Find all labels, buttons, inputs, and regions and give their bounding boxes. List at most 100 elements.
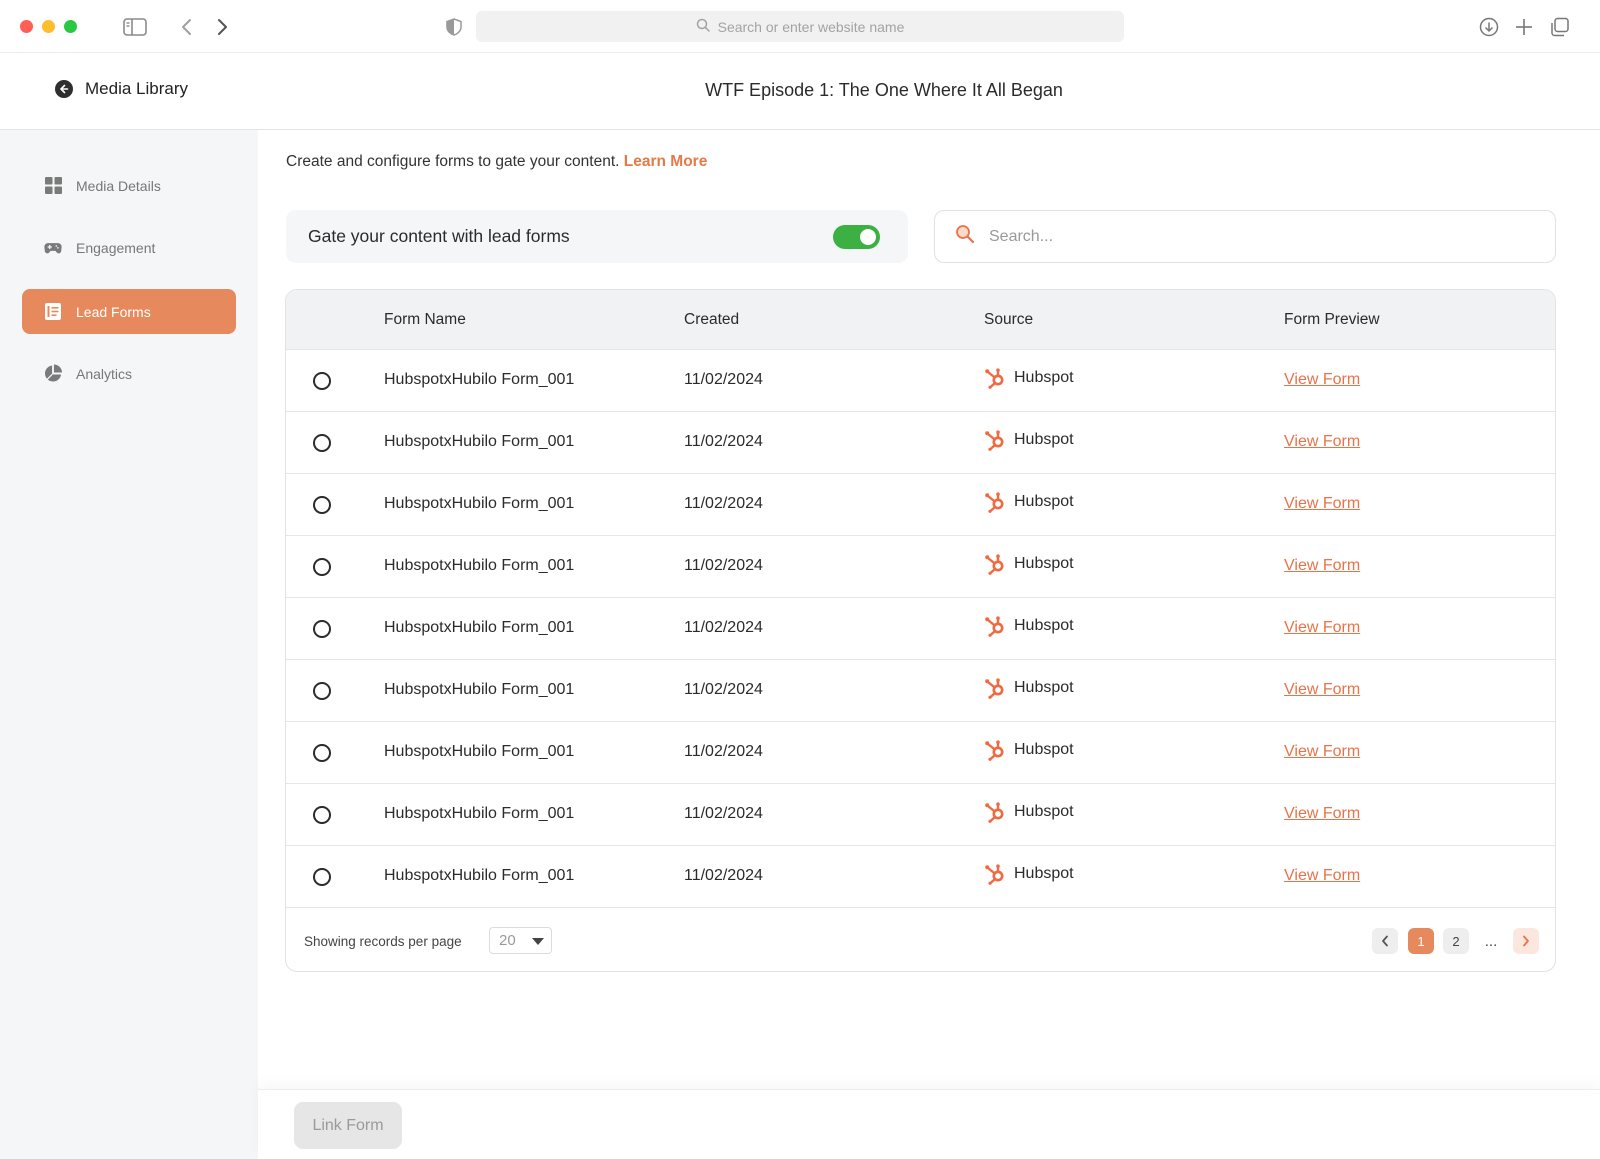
form-name-cell: HubspotxHubilo Form_001 bbox=[384, 371, 575, 388]
sidebar-item-engagement[interactable]: Engagement bbox=[22, 225, 236, 270]
source-label: Hubspot bbox=[1014, 865, 1074, 882]
bottom-action-bar: Link Form bbox=[258, 1089, 1600, 1159]
view-form-link[interactable]: View Form bbox=[1284, 557, 1360, 575]
view-form-link[interactable]: View Form bbox=[1284, 619, 1360, 637]
view-form-link[interactable]: View Form bbox=[1284, 743, 1360, 761]
view-form-link[interactable]: View Form bbox=[1284, 433, 1360, 451]
browser-toolbar: Search or enter website name bbox=[0, 0, 1600, 53]
next-page-button[interactable] bbox=[1513, 928, 1539, 954]
new-tab-plus-icon[interactable] bbox=[1511, 14, 1537, 40]
hubspot-icon bbox=[984, 739, 1006, 761]
link-form-button[interactable]: Link Form bbox=[294, 1102, 402, 1149]
row-select-radio[interactable] bbox=[313, 620, 331, 638]
form-name-cell: HubspotxHubilo Form_001 bbox=[384, 743, 575, 760]
gate-content-label: Gate your content with lead forms bbox=[308, 226, 570, 246]
table-row[interactable]: HubspotxHubilo Form_001 11/02/2024 Hubspot… bbox=[286, 474, 1555, 536]
column-header-form-name[interactable]: Form Name bbox=[384, 311, 466, 329]
minimize-window-button[interactable] bbox=[42, 20, 55, 33]
source-cell: Hubspot bbox=[984, 863, 1074, 885]
hubspot-icon bbox=[984, 367, 1006, 389]
back-arrow-icon[interactable] bbox=[174, 14, 200, 40]
page-button-1[interactable]: 1 bbox=[1408, 928, 1434, 954]
view-form-link[interactable]: View Form bbox=[1284, 495, 1360, 513]
created-date-cell: 11/02/2024 bbox=[684, 495, 763, 512]
sidebar-toggle-icon[interactable] bbox=[122, 14, 148, 40]
source-label: Hubspot bbox=[1014, 555, 1074, 572]
address-bar-placeholder: Search or enter website name bbox=[717, 18, 905, 35]
per-page-select[interactable]: 20 bbox=[489, 927, 552, 954]
hubspot-icon bbox=[984, 429, 1006, 451]
maximize-window-button[interactable] bbox=[64, 20, 77, 33]
view-form-link[interactable]: View Form bbox=[1284, 867, 1360, 885]
sidebar-item-lead-forms[interactable]: Lead Forms bbox=[22, 289, 236, 334]
chevron-right-icon bbox=[1523, 935, 1529, 947]
view-form-link[interactable]: View Form bbox=[1284, 681, 1360, 699]
table-row[interactable]: HubspotxHubilo Form_001 11/02/2024 Hubspot… bbox=[286, 598, 1555, 660]
sidebar-item-media-details[interactable]: Media Details bbox=[22, 163, 236, 208]
caret-down-icon bbox=[532, 938, 544, 945]
table-row[interactable]: HubspotxHubilo Form_001 11/02/2024 Hubspot… bbox=[286, 350, 1555, 412]
previous-page-button[interactable] bbox=[1372, 928, 1398, 954]
sidebar-item-analytics[interactable]: Analytics bbox=[22, 351, 236, 396]
row-select-radio[interactable] bbox=[313, 372, 331, 390]
sidebar-item-label: Engagement bbox=[76, 239, 156, 256]
row-select-radio[interactable] bbox=[313, 558, 331, 576]
sidebar-item-label: Analytics bbox=[76, 365, 133, 382]
table-row[interactable]: HubspotxHubilo Form_001 11/02/2024 Hubspot… bbox=[286, 784, 1555, 846]
source-cell: Hubspot bbox=[984, 367, 1074, 389]
hubspot-icon bbox=[984, 863, 1006, 885]
table-row[interactable]: HubspotxHubilo Form_001 11/02/2024 Hubspot… bbox=[286, 660, 1555, 722]
created-date-cell: 11/02/2024 bbox=[684, 867, 763, 884]
form-name-cell: HubspotxHubilo Form_001 bbox=[384, 681, 575, 698]
grid-icon bbox=[44, 177, 62, 195]
row-select-radio[interactable] bbox=[313, 434, 331, 452]
form-name-cell: HubspotxHubilo Form_001 bbox=[384, 433, 575, 450]
view-form-link[interactable]: View Form bbox=[1284, 805, 1360, 823]
table-row[interactable]: HubspotxHubilo Form_001 11/02/2024 Hubspot… bbox=[286, 722, 1555, 784]
hubspot-icon bbox=[984, 615, 1006, 637]
hubspot-icon bbox=[984, 677, 1006, 699]
page-button-2[interactable]: 2 bbox=[1443, 928, 1469, 954]
table-row[interactable]: HubspotxHubilo Form_001 11/02/2024 Hubspot… bbox=[286, 536, 1555, 598]
source-cell: Hubspot bbox=[984, 677, 1074, 699]
tabs-overview-icon[interactable] bbox=[1547, 14, 1573, 40]
table-row[interactable]: HubspotxHubilo Form_001 11/02/2024 Hubspot… bbox=[286, 412, 1555, 474]
row-select-radio[interactable] bbox=[313, 868, 331, 886]
source-label: Hubspot bbox=[1014, 369, 1074, 386]
search-icon bbox=[696, 18, 710, 35]
table-header: Form Name Created Source Form Preview bbox=[286, 290, 1555, 350]
source-cell: Hubspot bbox=[984, 801, 1074, 823]
sidebar-item-label: Media Details bbox=[76, 177, 161, 194]
shield-icon[interactable] bbox=[441, 14, 467, 40]
column-header-source[interactable]: Source bbox=[984, 311, 1033, 329]
address-bar[interactable]: Search or enter website name bbox=[476, 11, 1124, 42]
view-form-link[interactable]: View Form bbox=[1284, 371, 1360, 389]
hubspot-icon bbox=[984, 553, 1006, 575]
sidebar: Media Details Engagement Lead Forms Anal… bbox=[0, 130, 258, 1159]
column-header-form-preview[interactable]: Form Preview bbox=[1284, 311, 1380, 329]
download-icon[interactable] bbox=[1476, 14, 1502, 40]
column-header-created[interactable]: Created bbox=[684, 311, 739, 329]
row-select-radio[interactable] bbox=[313, 806, 331, 824]
gate-content-panel: Gate your content with lead forms bbox=[286, 210, 908, 263]
search-input[interactable] bbox=[989, 227, 1529, 246]
chevron-left-icon bbox=[1382, 935, 1388, 947]
gate-content-toggle[interactable] bbox=[833, 225, 880, 249]
close-window-button[interactable] bbox=[20, 20, 33, 33]
row-select-radio[interactable] bbox=[313, 682, 331, 700]
intro-description: Create and configure forms to gate your … bbox=[286, 153, 620, 170]
row-select-radio[interactable] bbox=[313, 496, 331, 514]
source-label: Hubspot bbox=[1014, 741, 1074, 758]
form-name-cell: HubspotxHubilo Form_001 bbox=[384, 805, 575, 822]
forward-arrow-icon[interactable] bbox=[209, 14, 235, 40]
table-footer: Showing records per page 20 1 2 ... bbox=[286, 910, 1555, 971]
sidebar-item-label: Lead Forms bbox=[76, 303, 151, 320]
table-row[interactable]: HubspotxHubilo Form_001 11/02/2024 Hubspot… bbox=[286, 846, 1555, 908]
form-name-cell: HubspotxHubilo Form_001 bbox=[384, 619, 575, 636]
learn-more-link[interactable]: Learn More bbox=[624, 153, 708, 170]
search-icon bbox=[955, 224, 975, 249]
created-date-cell: 11/02/2024 bbox=[684, 743, 763, 760]
row-select-radio[interactable] bbox=[313, 744, 331, 762]
form-name-cell: HubspotxHubilo Form_001 bbox=[384, 557, 575, 574]
source-cell: Hubspot bbox=[984, 553, 1074, 575]
